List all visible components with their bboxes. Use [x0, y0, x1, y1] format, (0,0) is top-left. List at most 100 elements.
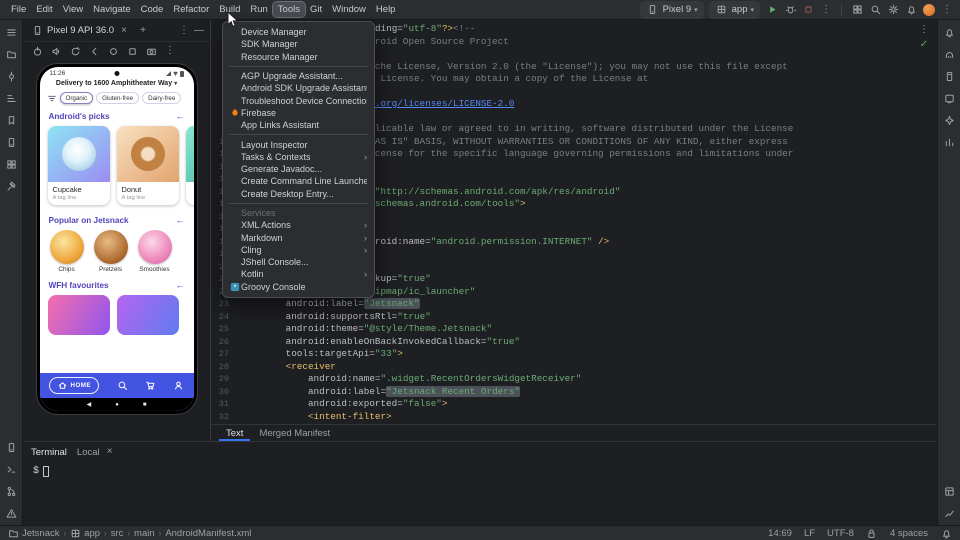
terminal-output[interactable]: $: [23, 462, 937, 481]
tools-menu-item-android-sdk-upgrade-assistant[interactable]: Android SDK Upgrade Assistant: [223, 82, 374, 94]
inspections-ok-icon[interactable]: ✓: [920, 40, 928, 50]
bug-icon[interactable]: [783, 3, 797, 17]
terminal-tab-local[interactable]: Local ×: [77, 445, 117, 459]
section-arrow-icon[interactable]: ←: [176, 112, 185, 121]
breadcrumb-item-main[interactable]: main: [134, 528, 155, 539]
add-device-tab-icon[interactable]: +: [136, 24, 150, 38]
more-vertical-icon[interactable]: ⋮: [177, 24, 191, 38]
tools-menu-item-troubleshoot-device-connections[interactable]: Troubleshoot Device Connections: [223, 94, 374, 106]
filter-chip-dairy-free[interactable]: Dairy-free: [142, 92, 181, 104]
device-manager-icon[interactable]: [4, 135, 18, 149]
tools-menu-item-create-desktop-entry[interactable]: Create Desktop Entry...: [223, 188, 374, 200]
bookmarks-icon[interactable]: [4, 113, 18, 127]
breadcrumb-item-jetsnack[interactable]: Jetsnack: [8, 528, 60, 539]
emulator-icon[interactable]: [942, 91, 956, 105]
overview-icon[interactable]: [125, 44, 139, 58]
gradle-icon[interactable]: [942, 47, 956, 61]
layout-inspector-icon[interactable]: [942, 484, 956, 498]
menu-edit[interactable]: Edit: [31, 2, 57, 17]
device-selector[interactable]: Pixel 9 ▾: [640, 1, 704, 19]
tools-menu-item-device-manager[interactable]: Device Manager: [223, 26, 374, 38]
line-separator[interactable]: LF: [804, 528, 815, 539]
snack-circle-pretzels[interactable]: Pretzels: [93, 230, 129, 273]
tools-menu-item-kotlin[interactable]: Kotlin›: [223, 268, 374, 280]
menu-run[interactable]: Run: [245, 2, 272, 17]
avatar[interactable]: [923, 4, 935, 16]
indent-style[interactable]: 4 spaces: [890, 528, 928, 539]
breadcrumb-item-src[interactable]: src: [111, 528, 124, 539]
menu-git[interactable]: Git: [305, 2, 327, 17]
notifications-icon[interactable]: [942, 25, 956, 39]
assistant-icon[interactable]: [942, 113, 956, 127]
nav-cart-icon[interactable]: [145, 380, 156, 391]
hide-panel-icon[interactable]: —: [192, 24, 206, 38]
grid-icon[interactable]: [850, 3, 864, 17]
menu-view[interactable]: View: [58, 2, 88, 17]
device-explorer-icon[interactable]: [942, 69, 956, 83]
section-arrow-icon[interactable]: ←: [176, 216, 185, 225]
insights-icon[interactable]: [942, 135, 956, 149]
run-config-selector[interactable]: app ▾: [709, 1, 760, 19]
tools-menu-item-jshell-console[interactable]: JShell Console...: [223, 256, 374, 268]
file-encoding[interactable]: UTF-8: [827, 528, 854, 539]
resource-manager-icon[interactable]: [4, 157, 18, 171]
screenshot-icon[interactable]: [144, 44, 158, 58]
play-icon[interactable]: [765, 3, 779, 17]
back-button[interactable]: ◀: [87, 402, 92, 408]
tools-menu-item-generate-javadoc[interactable]: Generate Javadoc...: [223, 163, 374, 175]
commit-icon[interactable]: [4, 69, 18, 83]
volume-icon[interactable]: [49, 44, 63, 58]
snack-circle-smoothies[interactable]: Smoothies: [137, 230, 173, 273]
tools-menu-item-agp-upgrade-assistant[interactable]: AGP Upgrade Assistant...: [223, 70, 374, 82]
menu-refactor[interactable]: Refactor: [168, 2, 214, 17]
tools-menu-item-layout-inspector[interactable]: Layout Inspector: [223, 138, 374, 150]
filter-chip-gluten-free[interactable]: Gluten-free: [96, 92, 139, 104]
breadcrumb-item-androidmanifest-xml[interactable]: AndroidManifest.xml: [165, 528, 251, 539]
nav-home-button[interactable]: HOME: [49, 377, 100, 394]
breadcrumb-item-app[interactable]: app: [70, 528, 100, 539]
menu-navigate[interactable]: Navigate: [88, 2, 136, 17]
device-tab-pixel9[interactable]: Pixel 9 API 36.0 ×: [27, 22, 134, 40]
nav-search-icon[interactable]: [117, 380, 128, 391]
tools-menu-item-app-links-assistant[interactable]: App Links Assistant: [223, 119, 374, 131]
recents-button[interactable]: ■: [143, 402, 147, 408]
tools-menu-item-groovy-console[interactable]: *Groovy Console: [223, 281, 374, 293]
menu-help[interactable]: Help: [371, 2, 401, 17]
problems-icon[interactable]: [4, 506, 18, 520]
tools-menu-item-resource-manager[interactable]: Resource Manager: [223, 51, 374, 63]
caret-position[interactable]: 14:69: [768, 528, 792, 539]
snack-card-cupcake[interactable]: CupcakeA tag line: [48, 126, 110, 205]
more-icon[interactable]: ⋮: [819, 3, 833, 17]
build-icon[interactable]: [4, 179, 18, 193]
filter-chip-organic[interactable]: Organic: [60, 92, 94, 104]
back-nav-icon[interactable]: [87, 44, 101, 58]
tools-menu-item-firebase[interactable]: Firebase: [223, 107, 374, 119]
search-icon[interactable]: [868, 3, 882, 17]
notifications-bell-icon[interactable]: [940, 527, 952, 539]
wfh-card-2[interactable]: [117, 295, 179, 335]
delivery-address-selector[interactable]: Delivery to 1600 Amphitheater Way ▾: [40, 77, 194, 87]
close-icon[interactable]: ×: [103, 445, 117, 459]
git-icon[interactable]: [4, 484, 18, 498]
structure-icon[interactable]: [4, 91, 18, 105]
profiler-icon[interactable]: [942, 506, 956, 520]
menu-window[interactable]: Window: [327, 2, 371, 17]
view-tab-text[interactable]: Text: [219, 426, 250, 441]
menu-file[interactable]: File: [6, 2, 31, 17]
home-nav-icon[interactable]: [106, 44, 120, 58]
filter-icon[interactable]: [47, 93, 57, 103]
view-tab-merged-manifest[interactable]: Merged Manifest: [252, 426, 337, 441]
notifications-icon[interactable]: [904, 3, 918, 17]
project-icon[interactable]: [4, 47, 18, 61]
section-arrow-icon[interactable]: ←: [176, 281, 185, 290]
menu-code[interactable]: Code: [136, 2, 169, 17]
tools-menu-item-tasks-contexts[interactable]: Tasks & Contexts›: [223, 151, 374, 163]
nav-profile-icon[interactable]: [173, 380, 184, 391]
running-devices-icon[interactable]: [4, 440, 18, 454]
menu-tools[interactable]: Tools: [273, 2, 305, 17]
snack-circle-chips[interactable]: Chips: [49, 230, 85, 273]
rotate-icon[interactable]: [68, 44, 82, 58]
tools-menu-item-sdk-manager[interactable]: SDK Manager: [223, 38, 374, 50]
more-vertical-icon[interactable]: ⋮: [917, 23, 931, 37]
menu-icon[interactable]: [4, 25, 18, 39]
